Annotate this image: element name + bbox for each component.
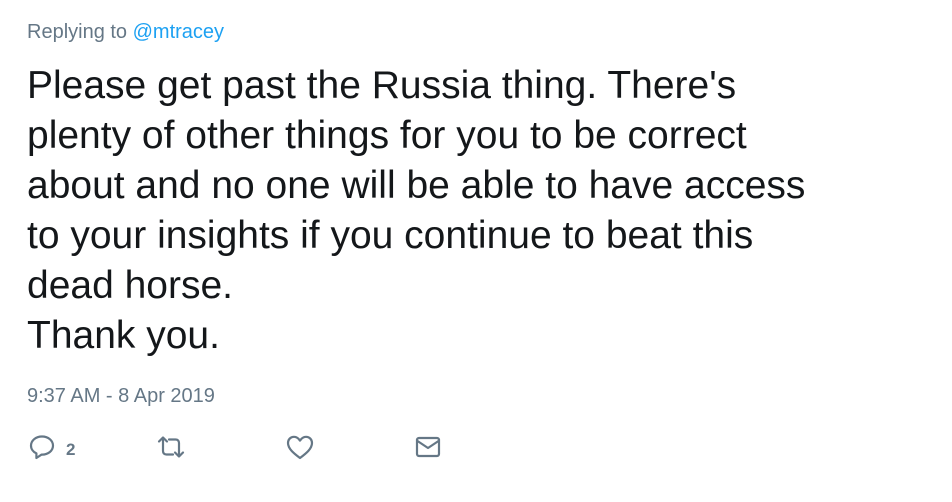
- like-button[interactable]: [285, 431, 315, 463]
- reply-button[interactable]: 2: [28, 431, 75, 463]
- tweet-text-line: dead horse.: [27, 264, 233, 307]
- reply-count: 2: [66, 440, 76, 459]
- tweet-text-line: Thank you.: [27, 314, 220, 357]
- tweet-text: Please get past the Russia thing. There'…: [27, 61, 942, 361]
- retweet-button[interactable]: [156, 431, 186, 463]
- tweet-text-line: to your insights if you continue to beat…: [27, 214, 754, 257]
- tweet-actions-bar: 2: [28, 431, 528, 463]
- tweet-text-line: Please get past the Russia thing. There'…: [27, 64, 737, 107]
- heart-icon: [285, 433, 315, 461]
- tweet-timestamp[interactable]: 9:37 AM - 8 Apr 2019: [27, 383, 215, 409]
- replying-to-label: Replying to: [27, 21, 133, 43]
- replying-to-line: Replying to @mtracey: [27, 19, 224, 45]
- tweet-text-line: plenty of other things for you to be cor…: [27, 114, 747, 157]
- envelope-icon: [414, 433, 442, 461]
- retweet-icon: [156, 433, 186, 461]
- tweet-text-line: about and no one will be able to have ac…: [27, 164, 806, 207]
- reply-handle-link[interactable]: @mtracey: [133, 21, 224, 43]
- direct-message-button[interactable]: [414, 431, 442, 463]
- reply-bubble-icon: [28, 433, 56, 461]
